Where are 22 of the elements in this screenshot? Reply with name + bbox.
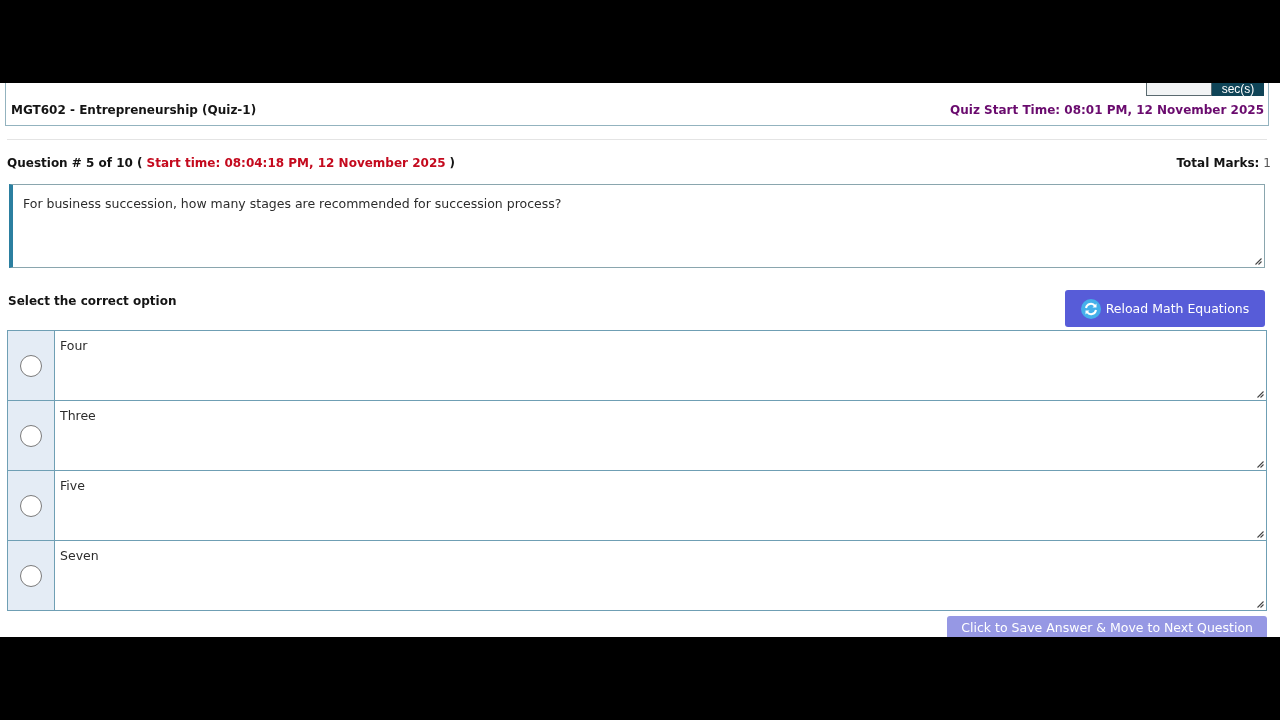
question-number: Question # 5 of 10 ( [7,156,143,170]
resize-handle-icon[interactable] [1254,257,1262,265]
radio-button[interactable] [20,424,42,447]
radio-button[interactable] [20,494,42,517]
resize-handle-icon[interactable] [1256,460,1264,468]
quiz-start-time: Quiz Start Time: 08:01 PM, 12 November 2025 [950,103,1264,117]
resize-handle-icon[interactable] [1256,600,1264,608]
course-title: MGT602 - Entrepreneurship (Quiz-1) [11,103,257,117]
resize-handle-icon[interactable] [1256,530,1264,538]
closing-parenthesis: ) [449,156,456,170]
question-text-field[interactable]: For business succession, how many stages are recommended for succession process? [9,184,1265,268]
refresh-icon [1080,298,1101,319]
timer-field[interactable] [1146,83,1212,96]
options-heading: Select the correct option [8,293,177,310]
total-marks-value: 1 [1263,156,1271,170]
resize-handle-icon[interactable] [1256,390,1264,398]
question-start-time: Start time: 08:04:18 PM, 12 November 2025 [146,156,446,170]
reload-math-equations-button[interactable]: Reload Math Equations [1065,290,1265,327]
total-marks-label: Total Marks: [1176,156,1260,170]
timer-unit-label: sec(s) [1212,83,1264,96]
radio-button[interactable] [20,564,42,587]
radio-button[interactable] [20,354,42,377]
